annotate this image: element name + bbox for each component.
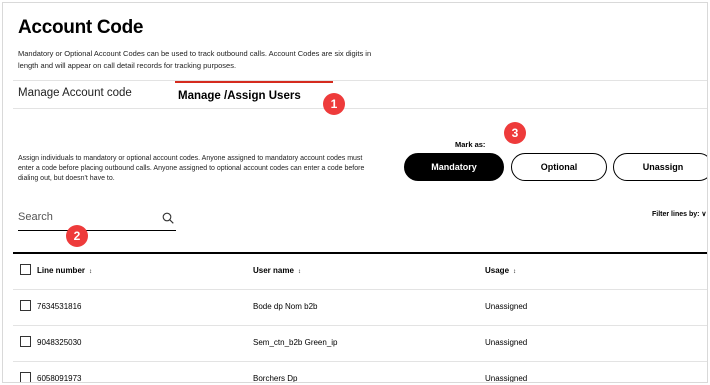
- optional-button[interactable]: Optional: [511, 153, 607, 181]
- divider: [13, 108, 707, 109]
- user-name-cell: Borchers Dp: [253, 374, 298, 383]
- column-header-label: User name: [253, 266, 294, 275]
- column-header-line-number[interactable]: Line number ↕: [37, 266, 92, 275]
- usage-cell: Unassigned: [485, 338, 528, 347]
- callout-badge-1: 1: [323, 93, 345, 115]
- usage-cell: Unassigned: [485, 302, 528, 311]
- assign-instructions: Assign individuals to mandatory or optio…: [18, 155, 365, 182]
- usage-cell: Unassigned: [485, 374, 528, 383]
- mark-as-label: Mark as:: [455, 140, 486, 149]
- line-number-cell: 6058091973: [37, 374, 82, 383]
- divider: [13, 80, 707, 81]
- table-row: 9048325030 Sem_ctn_b2b Green_ip Unassign…: [13, 326, 707, 362]
- tab-manage-assign-users[interactable]: Manage /Assign Users: [178, 90, 301, 102]
- user-name-cell: Sem_ctn_b2b Green_ip: [253, 338, 338, 347]
- row-checkbox[interactable]: [20, 300, 31, 311]
- search-field: [18, 207, 176, 231]
- table-row: 6058091973 Borchers Dp Unassigned: [13, 362, 707, 383]
- search-icon[interactable]: [162, 212, 174, 224]
- tab-manage-account-code[interactable]: Manage Account code: [18, 87, 132, 99]
- line-number-cell: 9048325030: [37, 338, 82, 347]
- column-header-label: Line number: [37, 266, 86, 275]
- filter-lines-by[interactable]: Filter lines by: ∨: [652, 210, 707, 218]
- mandatory-button[interactable]: Mandatory: [404, 153, 504, 181]
- column-header-usage[interactable]: Usage ↕: [485, 266, 516, 275]
- sort-icon[interactable]: ↕: [513, 269, 516, 275]
- search-input[interactable]: [18, 209, 158, 223]
- callout-badge-2: 2: [66, 225, 88, 247]
- table-header-row: Line number ↕ User name ↕ Usage ↕: [13, 254, 707, 290]
- sort-icon[interactable]: ↕: [298, 269, 301, 275]
- line-number-cell: 7634531816: [37, 302, 82, 311]
- active-tab-indicator: [175, 81, 333, 83]
- chevron-down-icon: ∨: [701, 211, 707, 218]
- filter-label: Filter lines by:: [652, 211, 700, 218]
- callout-badge-3: 3: [504, 122, 526, 144]
- page-title: Account Code: [18, 17, 144, 38]
- select-all-checkbox[interactable]: [20, 264, 31, 275]
- account-code-panel: Account Code Mandatory or Optional Accou…: [2, 2, 708, 383]
- page-description: Mandatory or Optional Account Codes can …: [18, 49, 372, 70]
- user-name-cell: Bode dp Nom b2b: [253, 302, 318, 311]
- sort-icon[interactable]: ↕: [89, 269, 92, 275]
- unassign-button[interactable]: Unassign: [613, 153, 707, 181]
- column-header-user-name[interactable]: User name ↕: [253, 266, 301, 275]
- row-checkbox[interactable]: [20, 336, 31, 347]
- row-checkbox[interactable]: [20, 372, 31, 382]
- table-row: 7634531816 Bode dp Nom b2b Unassigned: [13, 290, 707, 326]
- column-header-label: Usage: [485, 266, 510, 275]
